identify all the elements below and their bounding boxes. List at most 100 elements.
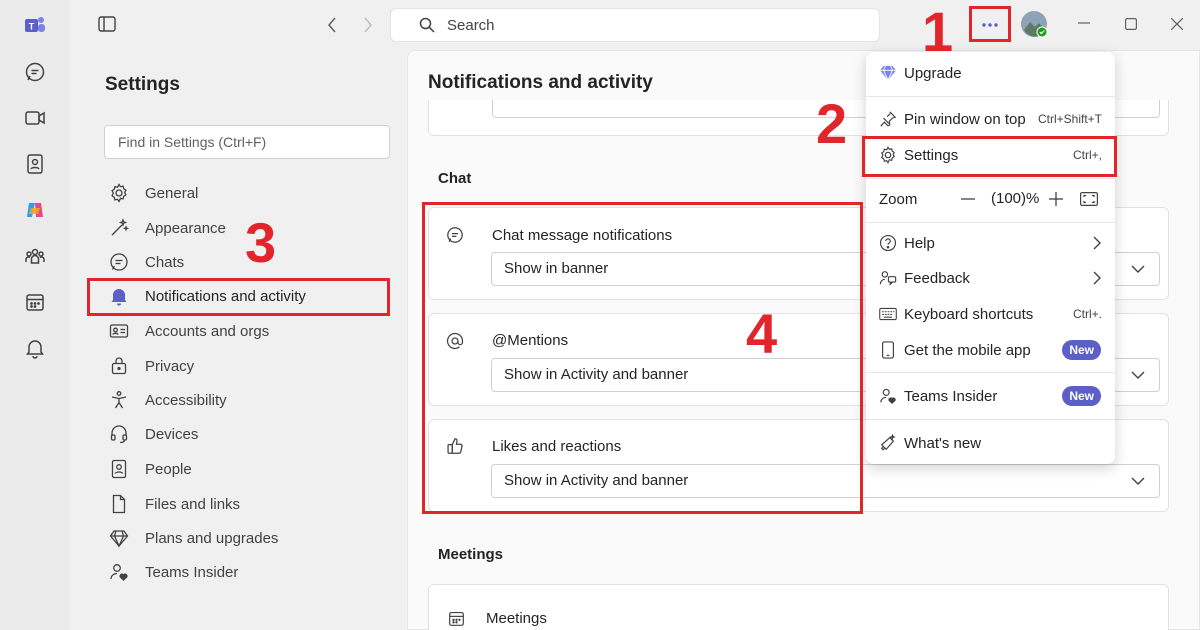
chevron-right-icon <box>1093 271 1101 285</box>
help-icon <box>878 234 898 252</box>
menu-divider <box>866 222 1115 223</box>
accessibility-icon <box>108 389 130 411</box>
nav-label: Plans and upgrades <box>145 529 279 547</box>
chevron-down-icon <box>1131 265 1145 273</box>
nav-item-devices[interactable]: Devices <box>108 419 388 449</box>
nav-label: Devices <box>145 425 199 443</box>
meetings-section-heading: Meetings <box>438 546 504 563</box>
keyboard-icon <box>878 307 898 321</box>
menu-shortcut: Ctrl+. <box>1072 307 1102 321</box>
search-input[interactable]: Search <box>390 8 880 42</box>
sidebar-toggle-icon[interactable] <box>98 16 116 32</box>
nav-label: Teams Insider <box>145 563 239 581</box>
pin-icon <box>878 110 898 128</box>
calendar-icon <box>448 610 465 627</box>
minimize-icon[interactable] <box>1078 22 1090 24</box>
menu-item-upgrade[interactable]: Upgrade <box>866 56 1115 90</box>
copilot-icon[interactable] <box>21 196 49 224</box>
headset-icon <box>108 423 130 445</box>
contacts-icon[interactable] <box>21 150 49 178</box>
annotation-box-notifications <box>87 278 390 316</box>
nav-item-accounts-and-orgs[interactable]: Accounts and orgs <box>108 316 388 346</box>
menu-label: What's new <box>904 434 982 452</box>
menu-item-feedback[interactable]: Feedback <box>866 261 1115 295</box>
more-options-menu: Upgrade Pin window on top Ctrl+Shift+T S… <box>866 52 1115 464</box>
menu-label: Upgrade <box>904 64 962 82</box>
nav-item-people[interactable]: People <box>108 454 388 484</box>
menu-divider <box>866 419 1115 420</box>
chat-icon[interactable] <box>21 58 49 86</box>
search-placeholder: Search <box>447 16 495 34</box>
page-title: Notifications and activity <box>428 72 653 93</box>
menu-label: Pin window on top <box>904 110 1026 128</box>
nav-item-plans-and-upgrades[interactable]: Plans and upgrades <box>108 523 388 553</box>
nav-label: Files and links <box>145 495 241 513</box>
annotation-number-4: 4 <box>746 302 778 365</box>
menu-item-whats-new[interactable]: What's new <box>866 426 1115 460</box>
menu-divider <box>866 96 1115 97</box>
meetings-label: Meetings <box>486 610 547 627</box>
document-icon <box>108 493 130 515</box>
bell-icon[interactable] <box>21 334 49 362</box>
megaphone-sparkle-icon <box>878 434 898 452</box>
menu-item-help[interactable]: Help <box>866 226 1115 260</box>
id-card-icon <box>108 320 130 342</box>
fullscreen-icon[interactable] <box>1080 192 1098 206</box>
avatar[interactable] <box>1020 10 1050 40</box>
annotation-number-1: 1 <box>922 0 954 63</box>
menu-item-keyboard-shortcuts[interactable]: Keyboard shortcuts Ctrl+. <box>866 297 1115 331</box>
menu-item-pin-window-on-top[interactable]: Pin window on top Ctrl+Shift+T <box>866 102 1115 136</box>
nav-label: Privacy <box>145 357 195 375</box>
feedback-icon <box>878 269 898 287</box>
annotation-box-settings <box>862 136 1117 177</box>
nav-label: Accessibility <box>145 391 227 409</box>
menu-label: Zoom <box>879 190 918 208</box>
menu-item-teams-insider[interactable]: Teams Insider New <box>866 379 1115 413</box>
teams-logo-icon[interactable]: T <box>21 11 49 39</box>
forward-arrow-icon[interactable] <box>362 16 374 34</box>
video-icon[interactable] <box>21 104 49 132</box>
app-rail: T <box>0 0 70 630</box>
nav-label: People <box>145 460 192 478</box>
back-arrow-icon[interactable] <box>326 16 338 34</box>
nav-item-general[interactable]: General <box>108 178 388 208</box>
chevron-right-icon <box>1093 236 1101 250</box>
new-badge: New <box>1062 340 1101 360</box>
menu-item-get-the-mobile-app[interactable]: Get the mobile app New <box>866 333 1115 367</box>
maximize-icon[interactable] <box>1125 18 1137 30</box>
menu-item-zoom: Zoom (100)% <box>866 182 1115 216</box>
annotation-box-more-button <box>969 6 1011 42</box>
nav-item-privacy[interactable]: Privacy <box>108 351 388 381</box>
zoom-out-icon[interactable] <box>961 198 975 200</box>
person-heart-icon <box>878 387 898 405</box>
diamond-icon <box>108 527 130 549</box>
gear-icon <box>108 182 130 204</box>
menu-label: Teams Insider <box>904 387 998 405</box>
svg-text:T: T <box>29 22 35 32</box>
annotation-box-chat-settings <box>422 202 863 514</box>
teams-icon[interactable] <box>21 242 49 270</box>
menu-label: Help <box>904 234 935 252</box>
nav-label: Appearance <box>145 219 226 237</box>
chevron-down-icon <box>1131 477 1145 485</box>
contact-card-icon <box>108 458 130 480</box>
nav-item-accessibility[interactable]: Accessibility <box>108 385 388 415</box>
settings-title: Settings <box>105 74 180 95</box>
chat-icon <box>108 251 130 273</box>
find-in-settings-input[interactable]: Find in Settings (Ctrl+F) <box>104 125 390 159</box>
nav-label: Accounts and orgs <box>145 322 270 340</box>
calendar-icon[interactable] <box>21 288 49 316</box>
zoom-in-icon[interactable] <box>1049 192 1063 206</box>
annotation-number-2: 2 <box>816 92 848 155</box>
menu-divider <box>866 372 1115 373</box>
menu-label: Get the mobile app <box>904 341 1031 359</box>
lock-icon <box>108 355 130 377</box>
magic-wand-icon <box>108 217 130 239</box>
annotation-number-3: 3 <box>245 211 277 274</box>
nav-item-files-and-links[interactable]: Files and links <box>108 489 388 519</box>
nav-item-teams-insider[interactable]: Teams Insider <box>108 557 388 587</box>
menu-shortcut: Ctrl+Shift+T <box>1037 112 1102 126</box>
close-icon[interactable] <box>1171 18 1183 30</box>
zoom-value: (100)% <box>991 190 1040 207</box>
menu-label: Feedback <box>904 269 970 287</box>
